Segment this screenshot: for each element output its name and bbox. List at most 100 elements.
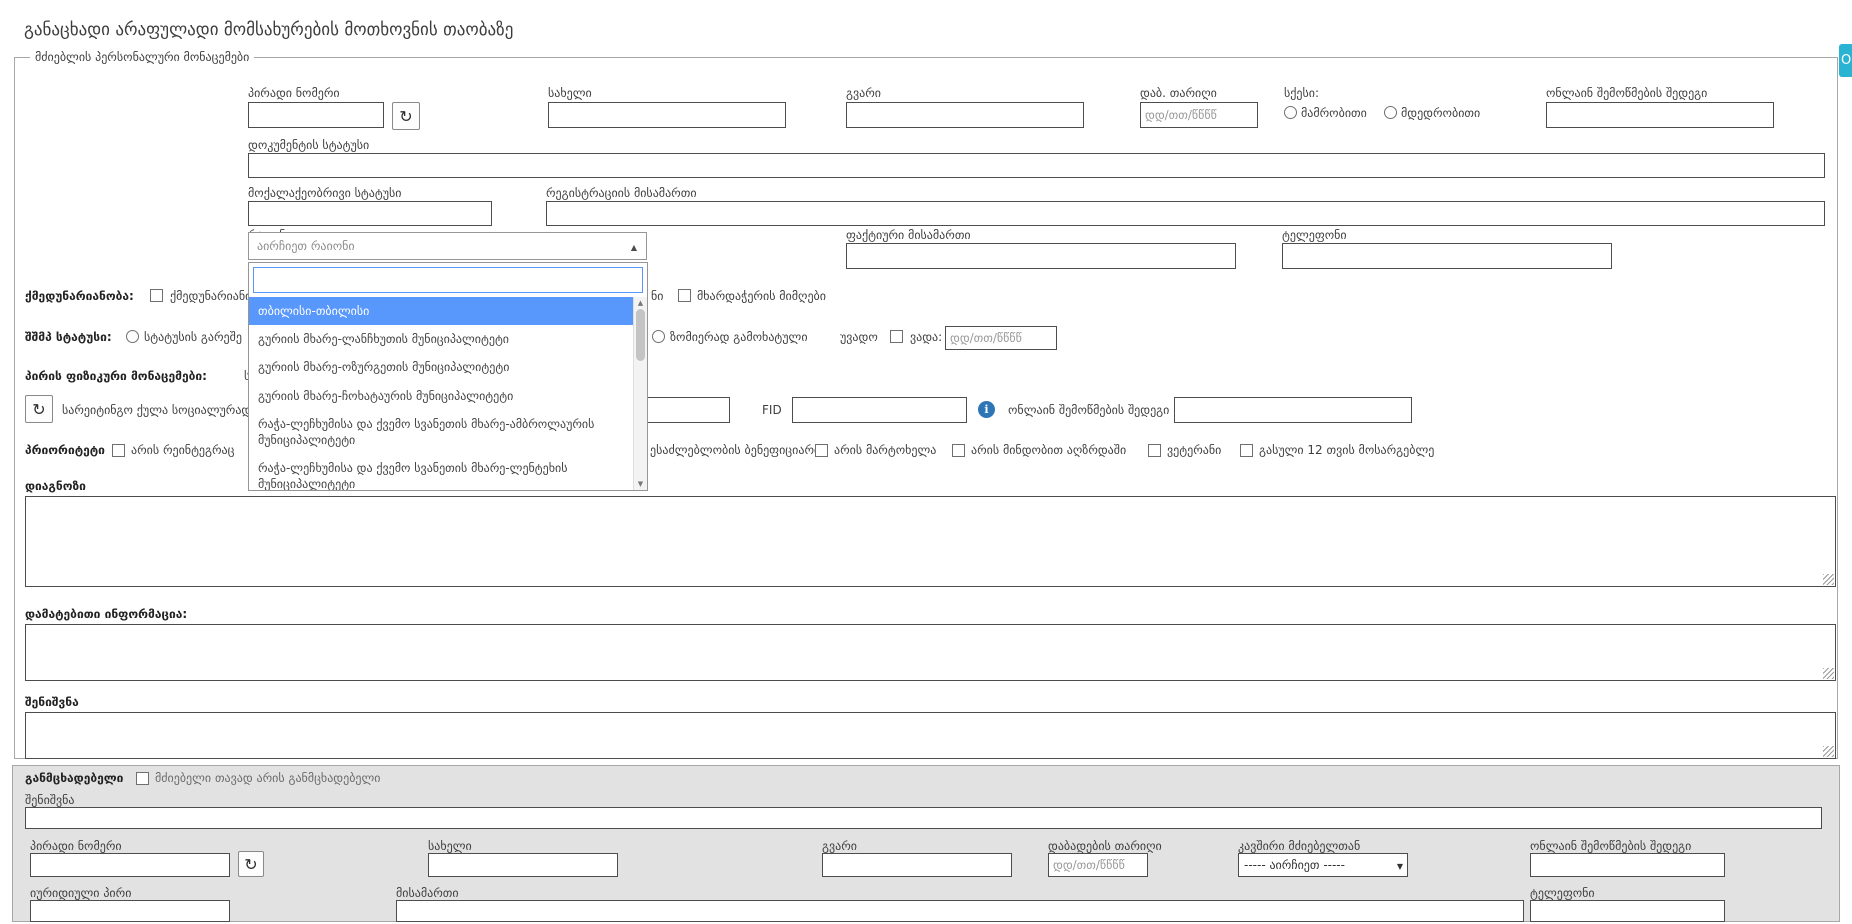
online-check-input[interactable]	[1546, 102, 1774, 128]
birth-date-input[interactable]	[1140, 102, 1258, 128]
term-label: ვადა:	[910, 330, 942, 344]
veteran-checkbox[interactable]	[1148, 444, 1161, 457]
applicant-personal-number-input[interactable]	[30, 853, 230, 877]
seeker-legend: მძიებლის პერსონალური მონაცემები	[30, 50, 254, 64]
moderate-status-radio[interactable]	[652, 330, 665, 343]
info-icon[interactable]: i	[978, 401, 995, 418]
first-name-input[interactable]	[548, 102, 786, 128]
district-options-list: თბილისი-თბილისი გურიის მხარე-ლანჩხუთის მ…	[249, 297, 647, 490]
resize-handle-icon[interactable]	[1823, 746, 1834, 757]
resize-handle-icon[interactable]	[1823, 574, 1834, 585]
capacity-label: ქმედუნარიანობა:	[25, 289, 134, 303]
capable-checkbox[interactable]	[150, 289, 163, 302]
applicant-relation-select[interactable]: ----- აირჩიეთ ----- ▼	[1238, 853, 1408, 877]
priority-label: პრიორიტეტი	[25, 443, 105, 457]
applicant-online-check-label: ონლაინ შემოწმების შედეგი	[1530, 839, 1691, 853]
sex-female-label: მდედრობითი	[1401, 106, 1480, 120]
applicant-birth-date-label: დაბადების თარიღი	[1048, 839, 1162, 853]
district-select-placeholder: აირჩიეთ რაიონი	[257, 239, 355, 253]
note-label: შენიშვნა	[25, 695, 79, 709]
district-option[interactable]: რაჭა-ლეჩხუმისა და ქვემო სვანეთის მხარე-ლ…	[249, 454, 647, 490]
sex-female-radio[interactable]	[1384, 106, 1397, 119]
legal-person-input[interactable]	[30, 900, 230, 922]
applicant-first-name-input[interactable]	[428, 853, 618, 877]
note-textarea[interactable]	[25, 712, 1836, 759]
applicant-birth-date-input[interactable]	[1048, 853, 1148, 877]
refresh-rating-icon[interactable]: ↻	[25, 395, 53, 423]
online-check-label: ონლაინ შემოწმების შედეგი	[1546, 86, 1707, 100]
citizenship-status-input[interactable]	[248, 201, 492, 226]
actual-address-input[interactable]	[846, 243, 1236, 269]
disability-status-label: შშმპ სტატუსი:	[25, 330, 112, 344]
without-status-label: სტატუსის გარეშე	[144, 330, 242, 344]
fid-label: FID	[762, 403, 782, 417]
birth-date-label: დაბ. თარიღი	[1140, 86, 1217, 100]
document-status-label: დოკუმენტის სტატუსი	[248, 138, 369, 152]
diagnosis-label: დიაგნოზი	[25, 479, 86, 493]
support-recipient-label: მხარდაჭერის მიმღები	[697, 289, 826, 303]
application-form-page: განაცხადი არაფულადი მომსახურების მოთხოვნ…	[0, 0, 1852, 924]
reintegration-checkbox[interactable]	[112, 444, 125, 457]
additional-info-label: დამატებითი ინფორმაცია:	[25, 607, 187, 621]
additional-info-textarea[interactable]	[25, 624, 1836, 681]
personal-number-label: პირადი ნომერი	[248, 86, 340, 100]
term-checkbox[interactable]	[890, 330, 903, 343]
page-title: განაცხადი არაფულადი მომსახურების მოთხოვნ…	[24, 20, 513, 40]
district-search-input[interactable]	[253, 267, 643, 293]
fid-input[interactable]	[792, 397, 967, 423]
diagnosis-textarea[interactable]	[25, 496, 1836, 587]
scroll-up-icon[interactable]: ▲	[634, 299, 647, 307]
district-option[interactable]: გურიის მხარე-ოზურგეთის მუნიციპალიტეტი	[249, 353, 647, 381]
applicant-self-checkbox[interactable]	[136, 772, 149, 785]
veteran-label: ვეტერანი	[1167, 443, 1221, 457]
rating-online-check-input[interactable]	[1174, 397, 1412, 423]
registration-address-label: რეგისტრაციის მისამართი	[546, 186, 697, 200]
phone-label: ტელეფონი	[1282, 228, 1347, 242]
district-option[interactable]: თბილისი-თბილისი	[249, 297, 647, 325]
applicant-self-label: მძიებელი თავად არის განმცხადებელი	[155, 771, 381, 785]
resize-handle-icon[interactable]	[1823, 668, 1834, 679]
sex-label: სქესი:	[1284, 86, 1319, 100]
last-name-input[interactable]	[846, 102, 1084, 128]
foster-care-label: არის მინდობით აღზრდაში	[971, 443, 1126, 457]
dropdown-scrollbar[interactable]: ▲ ▼	[633, 297, 647, 490]
district-option[interactable]: რაჭა-ლეჩხუმისა და ქვემო სვანეთის მხარე-ა…	[249, 410, 647, 454]
applicant-refresh-icon[interactable]: ↻	[238, 851, 264, 877]
rating-online-check-label: ონლაინ შემოწმების შედეგი	[1008, 403, 1169, 417]
applicant-online-check-input[interactable]	[1530, 853, 1725, 877]
applicant-address-label: მისამართი	[396, 886, 459, 900]
district-option[interactable]: გურიის მხარე-ჩოხატაურის მუნიციპალიტეტი	[249, 382, 647, 410]
registration-address-input[interactable]	[546, 201, 1825, 226]
single-parent-label: არის მარტოხელა	[834, 443, 936, 457]
applicant-relation-value: ----- აირჩიეთ -----	[1244, 858, 1345, 872]
applicant-phone-label: ტელეფონი	[1530, 886, 1595, 900]
personal-number-input[interactable]	[248, 102, 384, 128]
applicant-note-input[interactable]	[25, 807, 1822, 829]
sex-male-radio[interactable]	[1284, 106, 1297, 119]
past12-checkbox[interactable]	[1240, 444, 1253, 457]
without-status-radio[interactable]	[126, 330, 139, 343]
indefinite-label: უვადო	[840, 330, 878, 344]
capacity-label-fragment: ნი	[651, 289, 663, 303]
applicant-legend: განმცხადებელი	[25, 771, 123, 785]
scroll-down-icon[interactable]: ▼	[634, 480, 647, 488]
corner-search-button[interactable]: O	[1839, 44, 1852, 77]
past12-label: გასული 12 თვის მოსარგებლე	[1259, 443, 1434, 457]
document-status-input[interactable]	[248, 153, 1825, 178]
scrollbar-thumb[interactable]	[636, 309, 645, 361]
applicant-phone-input[interactable]	[1530, 900, 1725, 922]
moderate-status-label: ზომიერად გამოხატული	[670, 330, 808, 344]
applicant-last-name-label: გვარი	[822, 839, 857, 853]
district-select[interactable]: აირჩიეთ რაიონი ▲	[248, 232, 647, 260]
refresh-icon[interactable]: ↻	[392, 102, 420, 130]
foster-care-checkbox[interactable]	[952, 444, 965, 457]
applicant-address-input[interactable]	[396, 900, 1524, 922]
physical-data-label: პირის ფიზიკური მონაცემები:	[25, 369, 207, 383]
district-option[interactable]: გურიის მხარე-ლანჩხუთის მუნიციპალიტეტი	[249, 325, 647, 353]
term-date-input[interactable]	[945, 326, 1057, 350]
phone-input[interactable]	[1282, 243, 1612, 269]
priority-label-fragment: ესაძლებლობის ბენეფიციარი	[650, 443, 820, 457]
support-recipient-checkbox[interactable]	[678, 289, 691, 302]
applicant-last-name-input[interactable]	[822, 853, 1012, 877]
single-parent-checkbox[interactable]	[815, 444, 828, 457]
